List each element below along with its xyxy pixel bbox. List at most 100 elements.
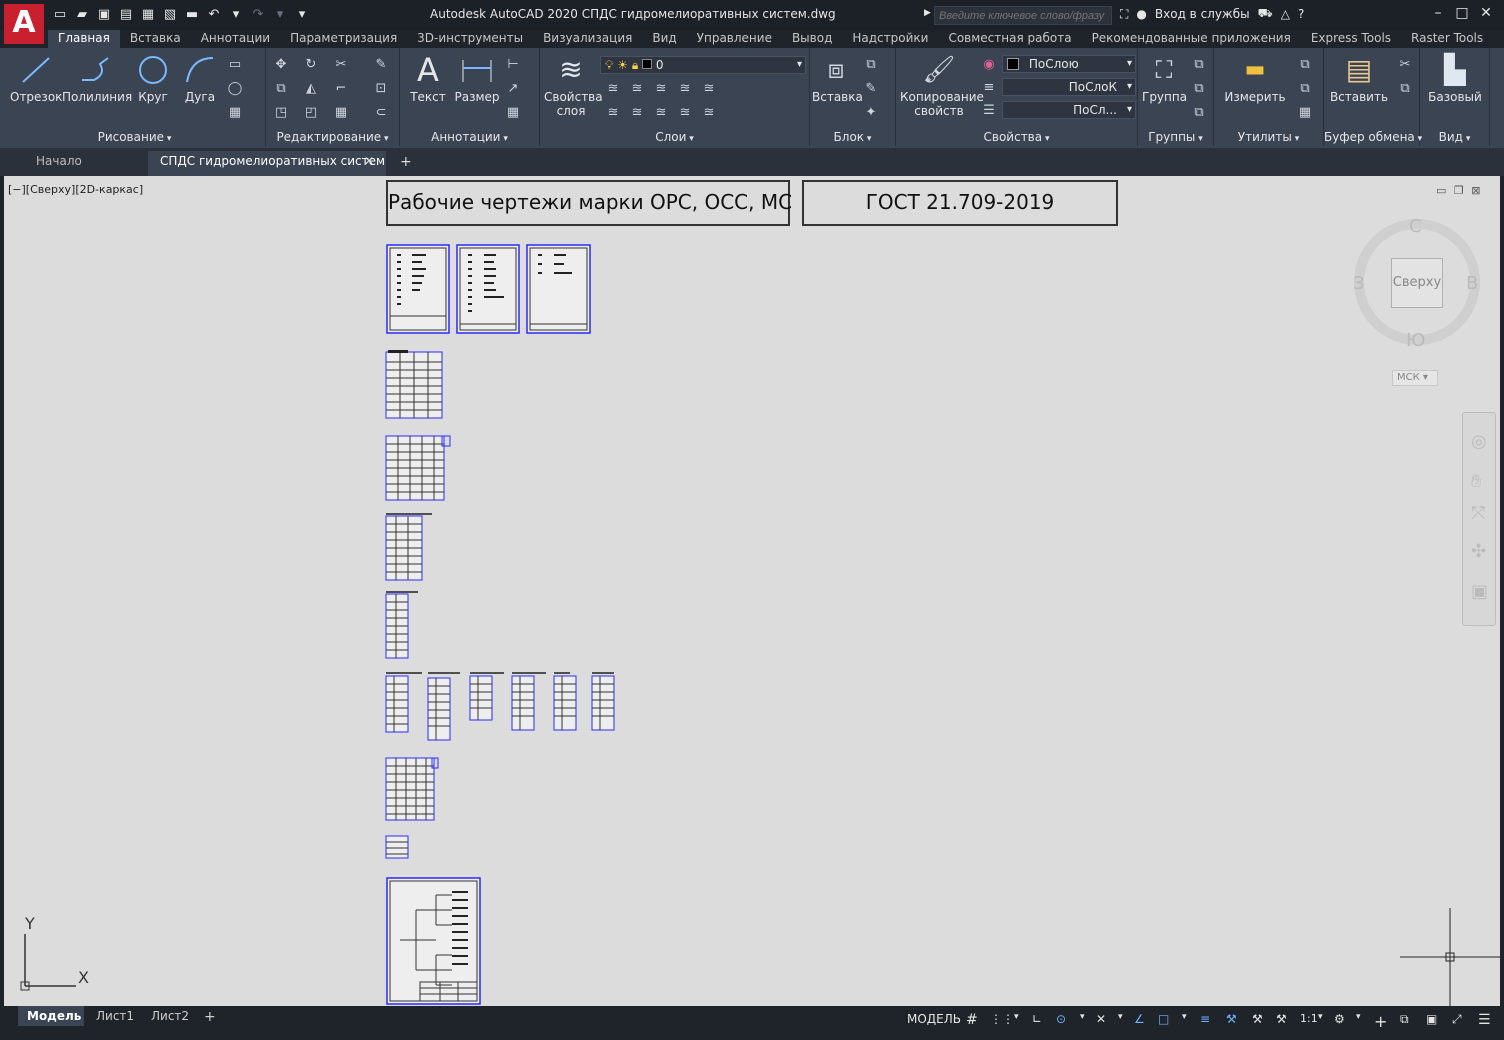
- layer-freeze-icon[interactable]: ≊: [652, 80, 670, 98]
- tab-parametric[interactable]: Параметризация: [280, 30, 407, 48]
- layer-dropdown[interactable]: 💡︎ ☀ 🔒︎ 0: [600, 56, 806, 74]
- lineweight-icon[interactable]: ☰: [980, 102, 998, 120]
- panel-block-title[interactable]: Блок: [810, 130, 895, 144]
- cut-icon[interactable]: ✂: [1396, 56, 1414, 74]
- panel-draw-title[interactable]: Рисование: [4, 130, 265, 144]
- group-select-icon[interactable]: ⧉: [1190, 104, 1208, 122]
- tab-addins[interactable]: Надстройки: [842, 30, 938, 48]
- table-icon[interactable]: ▦: [504, 104, 522, 122]
- new-tab-icon[interactable]: +: [400, 154, 412, 172]
- tab-home[interactable]: Главная: [48, 30, 120, 48]
- tab-start[interactable]: Начало: [36, 154, 82, 172]
- tab-file[interactable]: СПДС гидромелиоративных систем: [160, 154, 385, 172]
- tab-insert[interactable]: Вставка: [120, 30, 191, 48]
- drawing-sheets[interactable]: [380, 240, 630, 1010]
- print-icon[interactable]: ▬: [184, 7, 200, 23]
- line-tool-button[interactable]: Отрезок: [10, 54, 62, 104]
- close-tab-icon[interactable]: ✕: [364, 154, 374, 172]
- tab-collaborate[interactable]: Совместная работа: [938, 30, 1081, 48]
- base-view-button[interactable]: ▙ Базовый: [1426, 54, 1484, 105]
- hatch-icon[interactable]: ▦: [226, 104, 244, 122]
- layout-tab-sheet1[interactable]: Лист1: [96, 1009, 134, 1023]
- layer-isolate-icon[interactable]: ≊: [628, 80, 646, 98]
- layer-unlock-icon[interactable]: ≊: [676, 104, 694, 122]
- tab-view[interactable]: Вид: [642, 30, 686, 48]
- group-edit-icon[interactable]: ⧉: [1190, 80, 1208, 98]
- copy-icon[interactable]: ⧉: [272, 80, 290, 98]
- scale-dropdown-icon[interactable]: ▾: [1318, 1012, 1323, 1022]
- lineweight-toggle-icon[interactable]: ≡: [1200, 1012, 1210, 1026]
- panel-annotation-title[interactable]: Аннотации: [400, 130, 539, 144]
- cart-icon[interactable]: ⛟: [1258, 6, 1273, 22]
- ucs-menu-button[interactable]: МСК ▾: [1392, 370, 1438, 386]
- viewport-controls-label[interactable]: [−][Сверху][2D-каркас]: [8, 183, 143, 196]
- clean-screen-icon[interactable]: ⤢: [1452, 1012, 1462, 1027]
- erase-icon[interactable]: ✎: [372, 56, 390, 74]
- maximize-icon[interactable]: □: [1452, 5, 1472, 21]
- quick-select-icon[interactable]: ⧉: [1296, 56, 1314, 74]
- fillet-icon[interactable]: ⌐: [332, 80, 350, 98]
- lineweight-dropdown[interactable]: ПоСл...: [1002, 101, 1136, 119]
- paste-button[interactable]: ▤ Вставить: [1328, 54, 1390, 105]
- search-expand-icon[interactable]: ▶: [924, 8, 931, 18]
- open-folder-icon[interactable]: ▰: [74, 7, 90, 23]
- isolate-objects-icon[interactable]: ⧉: [1400, 1012, 1409, 1027]
- tab-raster-tools[interactable]: Raster Tools: [1401, 30, 1493, 48]
- stretch-icon[interactable]: ◳: [272, 104, 290, 122]
- pan-icon[interactable]: ✋︎: [1471, 471, 1481, 492]
- text-tool-button[interactable]: A Текст: [406, 54, 450, 104]
- annotation-scale-value[interactable]: 1:1: [1300, 1012, 1318, 1025]
- leader-icon[interactable]: ↗: [504, 80, 522, 98]
- layout-tab-model[interactable]: Модель: [27, 1009, 81, 1023]
- linetype-dropdown[interactable]: ПоСлоК: [1002, 78, 1136, 96]
- scale-icon[interactable]: ◰: [302, 104, 320, 122]
- drawing-title-box-2[interactable]: ГОСТ 21.709-2019: [802, 180, 1118, 226]
- workspace-gear-icon[interactable]: ⚙: [1334, 1012, 1345, 1026]
- copy-clip-icon[interactable]: ⧉: [1396, 80, 1414, 98]
- save-as-icon[interactable]: ▤: [118, 7, 134, 23]
- drawing-viewport[interactable]: [4, 176, 1500, 1006]
- move-icon[interactable]: ✥: [272, 56, 290, 74]
- view-cube-east[interactable]: В: [1466, 273, 1478, 294]
- layer-on-icon[interactable]: ≊: [604, 104, 622, 122]
- measure-button[interactable]: ▬ Измерить: [1220, 54, 1290, 104]
- tab-express-tools[interactable]: Express Tools: [1301, 30, 1401, 48]
- linetype-icon[interactable]: ≡: [980, 79, 998, 97]
- tab-annotate[interactable]: Аннотации: [191, 30, 280, 48]
- panel-groups-title[interactable]: Группы: [1138, 130, 1213, 144]
- calculator-icon[interactable]: ▦: [1296, 104, 1314, 122]
- panel-modify-title[interactable]: Редактирование: [266, 130, 399, 144]
- vp-minimize-icon[interactable]: ▭: [1436, 184, 1446, 197]
- vp-restore-icon[interactable]: ❐: [1454, 184, 1464, 197]
- isodraft-icon[interactable]: ✕: [1096, 1012, 1106, 1026]
- workspace-dropdown-icon[interactable]: ▾: [1356, 1012, 1361, 1022]
- tab-3d-tools[interactable]: 3D-инструменты: [407, 30, 533, 48]
- snap-dropdown-icon[interactable]: ▾: [1014, 1012, 1019, 1022]
- tab-featured-apps[interactable]: Рекомендованные приложения: [1082, 30, 1301, 48]
- panel-utilities-title[interactable]: Утилиты: [1214, 130, 1323, 144]
- group-button[interactable]: ⛶ Группа: [1142, 54, 1187, 104]
- drawing-title-box-1[interactable]: Рабочие чертежи марки ОРС, ОСС, МС: [386, 180, 792, 226]
- ortho-icon[interactable]: ∟: [1032, 1012, 1042, 1026]
- polyline-tool-button[interactable]: Полилиния: [62, 54, 132, 104]
- web-open-icon[interactable]: ▦: [140, 7, 156, 23]
- new-file-icon[interactable]: ▭: [52, 7, 68, 23]
- layer-lock-icon[interactable]: ≊: [676, 80, 694, 98]
- tab-manage[interactable]: Управление: [687, 30, 782, 48]
- ungroup-icon[interactable]: ⧉: [1190, 56, 1208, 74]
- view-cube-north[interactable]: С: [1409, 216, 1422, 237]
- panel-properties-title[interactable]: Свойства: [896, 130, 1137, 144]
- undo-icon[interactable]: ↶: [206, 7, 222, 23]
- tab-visualize[interactable]: Визуализация: [533, 30, 642, 48]
- snap-icon[interactable]: ⋮⋮: [990, 1012, 1014, 1026]
- color-dropdown[interactable]: ПоСлою: [1002, 55, 1136, 73]
- edit-block-icon[interactable]: ✎: [862, 80, 880, 98]
- vp-close-icon[interactable]: ⊠: [1471, 184, 1480, 197]
- zoom-extents-icon[interactable]: ⤧: [1471, 503, 1485, 524]
- insert-block-button[interactable]: ⧈ Вставка: [812, 54, 863, 104]
- object-snap-dropdown-icon[interactable]: ▾: [1182, 1012, 1187, 1022]
- object-snap-icon[interactable]: □: [1158, 1012, 1169, 1026]
- layer-current-icon[interactable]: ≊: [700, 104, 718, 122]
- trim-icon[interactable]: ✂: [332, 56, 350, 74]
- layer-unisolate-icon[interactable]: ≊: [628, 104, 646, 122]
